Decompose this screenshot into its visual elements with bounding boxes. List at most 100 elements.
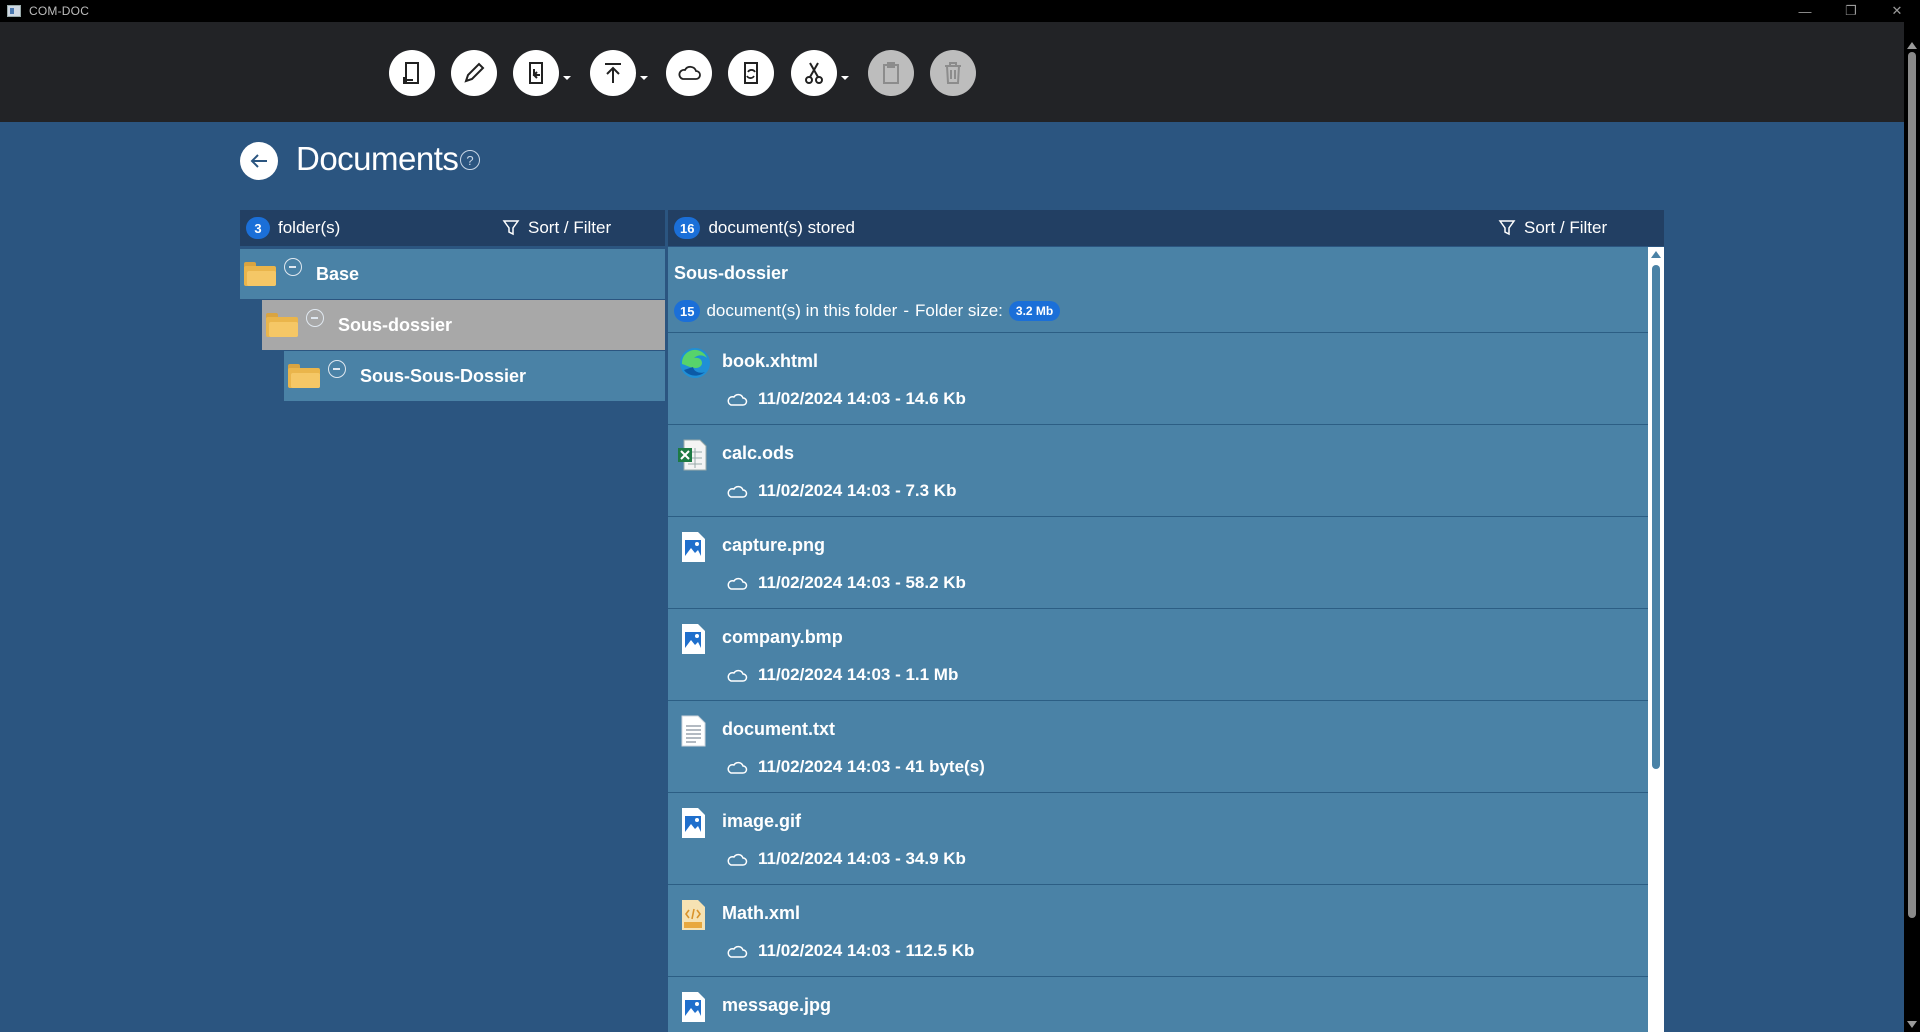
- collapse-icon[interactable]: [306, 309, 324, 327]
- folder-count-badge: 3: [246, 217, 270, 239]
- folder-meta: 15 document(s) in this folder - Folder s…: [674, 300, 1648, 322]
- document-name: message.jpg: [722, 995, 832, 1015]
- folder-count-label: folder(s): [278, 218, 341, 237]
- paste-clipboard-icon: [883, 62, 899, 84]
- restore-button[interactable]: ❐: [1828, 0, 1874, 22]
- current-folder-name: Sous-dossier: [674, 263, 789, 283]
- document-name: Math.xml: [722, 903, 801, 923]
- folder-name: Sous-dossier: [338, 314, 453, 335]
- window-scrollbar[interactable]: [1904, 22, 1920, 1032]
- folder-doc-count-badge: 15: [674, 300, 701, 322]
- document-item[interactable]: message.jpg: [668, 977, 1648, 1032]
- meta-separator: -: [903, 301, 910, 320]
- document-name: capture.png: [722, 535, 826, 555]
- paste-button[interactable]: [868, 50, 914, 96]
- cloud-icon: [678, 65, 701, 80]
- upload-button[interactable]: [590, 50, 636, 96]
- sync-document-icon: [744, 62, 758, 84]
- document-item[interactable]: image.gif 11/02/2024 14:03 - 34.9 Kb: [668, 793, 1648, 885]
- document-item[interactable]: capture.png 11/02/2024 14:03 - 58.2 Kb: [668, 517, 1648, 609]
- document-item[interactable]: book.xhtml 11/02/2024 14:03 - 14.6 Kb: [668, 333, 1648, 425]
- document-name: calc.ods: [722, 443, 795, 463]
- cut-dropdown-icon[interactable]: [841, 76, 849, 80]
- image-file-icon: [678, 622, 708, 656]
- folder-tree-item[interactable]: Sous-Sous-Dossier: [284, 351, 665, 401]
- image-file-icon: [678, 806, 708, 840]
- edge-browser-icon: [678, 346, 710, 380]
- scroll-up-arrow-icon[interactable]: [1651, 251, 1661, 258]
- folders-panel-header: 3 folder(s) Sort / Filter: [240, 210, 665, 246]
- filter-icon: [1498, 220, 1516, 236]
- document-date-size: 11/02/2024 14:03 - 1.1 Mb: [758, 665, 959, 684]
- upload-dropdown-icon[interactable]: [640, 76, 648, 80]
- document-date-size: 11/02/2024 14:03 - 14.6 Kb: [758, 389, 966, 408]
- move-dropdown-icon[interactable]: [563, 76, 571, 80]
- filter-icon: [502, 220, 520, 236]
- document-name: image.gif: [722, 811, 802, 831]
- document-date-size: 11/02/2024 14:03 - 41 byte(s): [758, 757, 985, 776]
- cloud-sync-icon: [727, 577, 748, 590]
- folder-size-badge: 3.2 Mb: [1008, 301, 1061, 321]
- new-document-button[interactable]: [389, 50, 435, 96]
- window-controls: — ❐ ✕: [1782, 0, 1920, 22]
- document-list: Sous-dossier 15 document(s) in this fold…: [668, 247, 1648, 1032]
- folder-icon: [266, 313, 298, 337]
- documents-sort-filter-button[interactable]: Sort / Filter: [1498, 218, 1607, 238]
- document-item[interactable]: Math.xml 11/02/2024 14:03 - 112.5 Kb: [668, 885, 1648, 977]
- folder-size-label: Folder size:: [915, 301, 1003, 320]
- edit-button[interactable]: [451, 50, 497, 96]
- folder-tree-item[interactable]: Base: [240, 249, 665, 299]
- document-item[interactable]: calc.ods 11/02/2024 14:03 - 7.3 Kb: [668, 425, 1648, 517]
- folder-tree-item[interactable]: Sous-dossier: [262, 300, 665, 350]
- xml-file-icon: [678, 898, 708, 932]
- scrollbar-thumb[interactable]: [1652, 265, 1660, 769]
- back-button[interactable]: [240, 142, 278, 180]
- help-icon[interactable]: ?: [460, 150, 480, 170]
- image-file-icon: [678, 990, 708, 1024]
- document-meta: 11/02/2024 14:03 - 1.1 Mb: [726, 665, 958, 685]
- folder-name: Sous-Sous-Dossier: [360, 365, 527, 386]
- folders-sort-filter-button[interactable]: Sort / Filter: [502, 218, 611, 238]
- folder-info: Sous-dossier 15 document(s) in this fold…: [668, 247, 1648, 333]
- folder-doc-label: document(s) in this folder: [706, 301, 898, 320]
- cut-button[interactable]: [791, 50, 837, 96]
- document-meta: 11/02/2024 14:03 - 41 byte(s): [726, 757, 985, 777]
- scroll-up-arrow-icon[interactable]: [1907, 42, 1917, 49]
- collapse-icon[interactable]: [284, 258, 302, 276]
- collapse-icon[interactable]: [328, 360, 346, 378]
- document-meta: 11/02/2024 14:03 - 112.5 Kb: [726, 941, 974, 961]
- cloud-sync-icon: [727, 485, 748, 498]
- document-list-scrollbar[interactable]: [1648, 247, 1664, 1032]
- document-date-size: 11/02/2024 14:03 - 112.5 Kb: [758, 941, 975, 960]
- folder-icon: [288, 364, 320, 388]
- sync-document-button[interactable]: [728, 50, 774, 96]
- document-count-label: document(s) stored: [708, 218, 855, 237]
- document-meta: 11/02/2024 14:03 - 7.3 Kb: [726, 481, 956, 501]
- delete-button[interactable]: [930, 50, 976, 96]
- document-name: book.xhtml: [722, 351, 819, 371]
- document-items: book.xhtml 11/02/2024 14:03 - 14.6 Kb calc…: [668, 333, 1648, 1032]
- page-title: Documents: [296, 140, 459, 177]
- minimize-button[interactable]: —: [1782, 0, 1828, 22]
- arrow-left-icon: [250, 154, 267, 168]
- document-date-size: 11/02/2024 14:03 - 7.3 Kb: [758, 481, 957, 500]
- document-item[interactable]: document.txt 11/02/2024 14:03 - 41 byte(s…: [668, 701, 1648, 793]
- document-date-size: 11/02/2024 14:03 - 58.2 Kb: [758, 573, 966, 592]
- folders-sort-filter-label: Sort / Filter: [528, 218, 612, 237]
- cloud-sync-icon: [727, 393, 748, 406]
- upload-icon: [605, 63, 621, 83]
- cloud-button[interactable]: [666, 50, 712, 96]
- spreadsheet-icon: [678, 438, 708, 472]
- documents-panel-header: 16 document(s) stored Sort / Filter: [668, 210, 1664, 246]
- toolbar: [0, 22, 1904, 122]
- trash-icon: [945, 62, 961, 84]
- cloud-sync-icon: [727, 853, 748, 866]
- scrollbar-thumb[interactable]: [1908, 52, 1916, 918]
- window-title: COM-DOC: [29, 4, 90, 18]
- document-item[interactable]: company.bmp 11/02/2024 14:03 - 1.1 Mb: [668, 609, 1648, 701]
- cut-scissors-icon: [805, 62, 823, 84]
- scroll-down-arrow-icon[interactable]: [1907, 1021, 1917, 1028]
- close-button[interactable]: ✕: [1874, 0, 1920, 22]
- move-document-button[interactable]: [513, 50, 559, 96]
- text-file-icon: [678, 714, 708, 748]
